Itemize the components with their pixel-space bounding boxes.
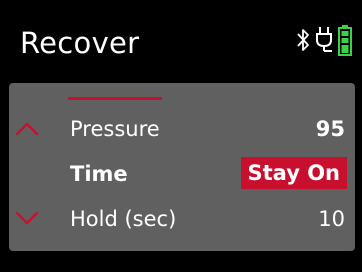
hold-label: Hold (sec) [70, 207, 177, 231]
settings-panel: Pressure 95 Time Stay On Hold (sec) 10 [9, 83, 355, 251]
time-label: Time [70, 162, 128, 186]
chevron-up-icon[interactable] [15, 118, 39, 143]
menu-row-pressure[interactable]: Pressure 95 [9, 110, 355, 148]
plug-icon [314, 25, 334, 59]
hold-value: 10 [318, 207, 345, 231]
bluetooth-icon [296, 26, 310, 58]
selection-indicator [68, 97, 162, 100]
chevron-down-icon[interactable] [15, 208, 39, 233]
menu-row-hold[interactable]: Hold (sec) 10 [9, 200, 355, 238]
screen-title: Recover [20, 26, 140, 60]
battery-icon [338, 24, 352, 60]
device-screen: Recover Pressure 95 Time Stay On Hold (s… [0, 0, 362, 272]
pressure-label: Pressure [70, 117, 160, 141]
status-bar [296, 24, 352, 60]
menu-row-time[interactable]: Time Stay On [9, 155, 355, 193]
pressure-value: 95 [315, 117, 345, 141]
time-value-selected[interactable]: Stay On [240, 157, 347, 189]
